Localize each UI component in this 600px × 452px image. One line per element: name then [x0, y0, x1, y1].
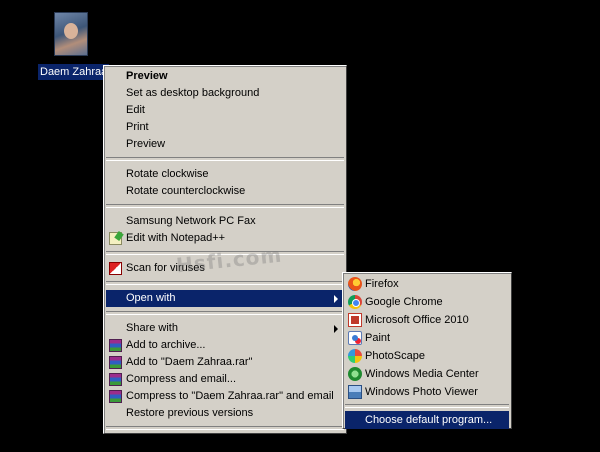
menu-item-print[interactable]: Print: [106, 119, 344, 136]
submenu-item-label: Google Chrome: [365, 296, 443, 308]
submenu-item-firefox[interactable]: Firefox: [345, 275, 509, 293]
notepad-plus-icon: [109, 232, 122, 245]
photoscape-icon: [348, 349, 362, 363]
menu-item-samsung-fax[interactable]: Samsung Network PC Fax: [106, 213, 344, 230]
submenu-arrow-icon: [334, 440, 338, 448]
menu-item-set-desktop-background[interactable]: Set as desktop background: [106, 85, 344, 102]
menu-item-add-to-rar[interactable]: Add to "Daem Zahraa.rar": [106, 354, 344, 371]
desktop-icon-label[interactable]: Daem Zahraa: [38, 64, 110, 80]
menu-item-label: Preview: [126, 70, 168, 82]
submenu-item-label: Choose default program...: [365, 414, 493, 426]
submenu-item-label: Firefox: [365, 278, 399, 290]
menu-item-label: Rotate clockwise: [126, 168, 209, 180]
menu-item-restore-previous-versions[interactable]: Restore previous versions: [106, 405, 344, 422]
menu-item-label: Set as desktop background: [126, 87, 260, 99]
menu-item-label: Compress to "Daem Zahraa.rar" and email: [126, 390, 334, 402]
submenu-item-google-chrome[interactable]: Google Chrome: [345, 293, 509, 311]
firefox-icon: [348, 277, 362, 291]
menu-item-edit-notepad[interactable]: Edit with Notepad++: [106, 230, 344, 247]
submenu-item-photoscape[interactable]: PhotoScape: [345, 347, 509, 365]
menu-item-label: Samsung Network PC Fax: [126, 215, 256, 227]
menu-item-compress-email[interactable]: Compress and email...: [106, 371, 344, 388]
menu-item-label: Scan for viruses: [126, 262, 205, 274]
submenu-item-media-center[interactable]: Windows Media Center: [345, 365, 509, 383]
menu-item-rotate-counterclockwise[interactable]: Rotate counterclockwise: [106, 183, 344, 200]
media-center-icon: [348, 367, 362, 381]
menu-item-preview[interactable]: Preview: [106, 136, 344, 153]
menu-item-share-with[interactable]: Share with: [106, 320, 344, 337]
submenu-item-label: Windows Photo Viewer: [365, 386, 478, 398]
chrome-icon: [348, 295, 362, 309]
menu-item-label: Add to "Daem Zahraa.rar": [126, 356, 253, 368]
menu-separator: [106, 281, 344, 285]
menu-item-label: Open with: [126, 292, 176, 304]
submenu-item-office[interactable]: Microsoft Office 2010: [345, 311, 509, 329]
winrar-icon: [109, 373, 122, 386]
context-menu: Preview Set as desktop background Edit P…: [103, 65, 347, 449]
photo-viewer-icon: [348, 385, 362, 399]
image-thumbnail-icon[interactable]: [54, 12, 88, 56]
open-with-submenu: Firefox Google Chrome Microsoft Office 2…: [342, 272, 512, 429]
submenu-item-photo-viewer[interactable]: Windows Photo Viewer: [345, 383, 509, 401]
winrar-icon: [109, 339, 122, 352]
submenu-item-paint[interactable]: Paint: [345, 329, 509, 347]
menu-item-label: Compress and email...: [126, 373, 237, 385]
menu-item-label: Add to archive...: [126, 339, 206, 351]
menu-item-label: Preview: [126, 138, 166, 150]
menu-item-label: Edit: [126, 104, 145, 116]
antivirus-scan-icon: [109, 262, 122, 275]
menu-item-edit[interactable]: Edit: [106, 102, 344, 119]
menu-item-label: Rotate counterclockwise: [126, 185, 246, 197]
winrar-icon: [109, 390, 122, 403]
menu-item-scan-viruses[interactable]: Scan for viruses: [106, 260, 344, 277]
menu-item-open-with[interactable]: Open with: [106, 290, 344, 307]
menu-item-label: Restore previous versions: [126, 407, 254, 419]
menu-separator: [106, 204, 344, 208]
menu-separator: [106, 426, 344, 430]
submenu-arrow-icon: [334, 325, 338, 333]
menu-separator: [345, 404, 509, 408]
menu-item-label: Print: [126, 121, 149, 133]
winrar-icon: [109, 356, 122, 369]
menu-item-rotate-clockwise[interactable]: Rotate clockwise: [106, 166, 344, 183]
menu-item-add-to-archive[interactable]: Add to archive...: [106, 337, 344, 354]
submenu-item-label: PhotoScape: [365, 350, 425, 362]
menu-item-label: Edit with Notepad++: [126, 232, 226, 244]
submenu-item-label: Windows Media Center: [365, 368, 479, 380]
menu-item-label: Send to: [126, 437, 164, 449]
submenu-item-label: Microsoft Office 2010: [365, 314, 469, 326]
menu-separator: [106, 157, 344, 161]
submenu-item-choose-default-program[interactable]: Choose default program...: [345, 411, 509, 429]
menu-separator: [106, 251, 344, 255]
menu-item-label: Share with: [126, 322, 178, 334]
paint-icon: [348, 331, 362, 345]
submenu-arrow-icon: [334, 295, 338, 303]
submenu-item-label: Paint: [365, 332, 391, 344]
menu-item-compress-rar-email[interactable]: Compress to "Daem Zahraa.rar" and email: [106, 388, 344, 405]
menu-separator: [106, 311, 344, 315]
menu-item-preview-default[interactable]: Preview: [106, 68, 344, 85]
office-icon: [348, 313, 362, 327]
